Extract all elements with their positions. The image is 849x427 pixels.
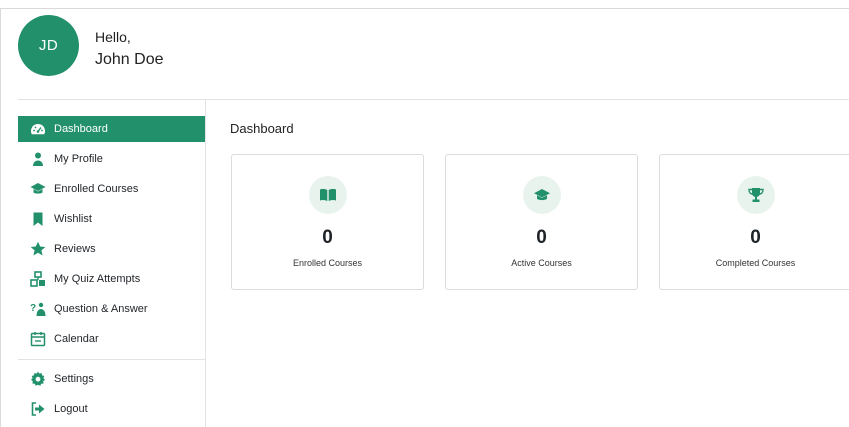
sidebar-item-enrolled-courses[interactable]: Enrolled Courses bbox=[18, 176, 205, 202]
greeting-text: Hello, bbox=[95, 29, 131, 45]
sidebar-item-label: Question & Answer bbox=[54, 303, 148, 315]
sidebar: Dashboard My Profile Enrolled Courses Wi… bbox=[18, 100, 206, 427]
gear-icon bbox=[30, 371, 46, 387]
stat-card-completed-courses: 0 Completed Courses bbox=[659, 154, 849, 290]
quiz-icon bbox=[30, 271, 46, 287]
user-icon bbox=[30, 151, 46, 167]
graduation-cap-icon bbox=[30, 181, 46, 197]
avatar[interactable]: JD bbox=[18, 15, 79, 76]
sidebar-item-my-profile[interactable]: My Profile bbox=[18, 146, 205, 172]
sidebar-item-label: Reviews bbox=[54, 243, 96, 255]
sidebar-divider bbox=[18, 359, 205, 360]
calendar-icon bbox=[30, 331, 46, 347]
sidebar-item-logout[interactable]: Logout bbox=[18, 396, 205, 422]
book-open-icon bbox=[308, 176, 347, 214]
sidebar-item-my-quiz-attempts[interactable]: My Quiz Attempts bbox=[18, 266, 205, 292]
user-name: John Doe bbox=[95, 51, 164, 68]
sidebar-item-label: Calendar bbox=[54, 333, 99, 345]
sidebar-item-wishlist[interactable]: Wishlist bbox=[18, 206, 205, 232]
graduation-cap-icon bbox=[522, 176, 561, 214]
svg-text:?: ? bbox=[30, 303, 36, 314]
stat-label: Completed Courses bbox=[715, 258, 796, 268]
stat-value: 0 bbox=[536, 227, 547, 248]
stat-label: Enrolled Courses bbox=[292, 258, 363, 268]
sidebar-item-label: My Profile bbox=[54, 153, 103, 165]
page-title: Dashboard bbox=[230, 121, 294, 136]
sidebar-item-label: Wishlist bbox=[54, 213, 92, 225]
sidebar-item-label: Settings bbox=[54, 373, 94, 385]
sidebar-item-question-answer[interactable]: ? Question & Answer bbox=[18, 296, 205, 322]
sidebar-item-label: Dashboard bbox=[54, 123, 108, 135]
sidebar-item-label: Enrolled Courses bbox=[54, 183, 139, 195]
sidebar-item-dashboard[interactable]: Dashboard bbox=[18, 116, 205, 142]
stat-value: 0 bbox=[322, 227, 333, 248]
question-answer-icon: ? bbox=[30, 301, 46, 317]
star-icon bbox=[30, 241, 46, 257]
sidebar-item-label: My Quiz Attempts bbox=[54, 273, 141, 285]
stat-card-enrolled-courses: 0 Enrolled Courses bbox=[231, 154, 424, 290]
stat-card-active-courses: 0 Active Courses bbox=[445, 154, 638, 290]
dashboard-icon bbox=[30, 121, 46, 137]
sidebar-item-reviews[interactable]: Reviews bbox=[18, 236, 205, 262]
trophy-icon bbox=[736, 176, 775, 214]
stat-label: Active Courses bbox=[511, 258, 572, 268]
stat-value: 0 bbox=[750, 227, 761, 248]
sidebar-item-label: Logout bbox=[54, 403, 88, 415]
sidebar-item-calendar[interactable]: Calendar bbox=[18, 326, 205, 352]
sidebar-item-settings[interactable]: Settings bbox=[18, 366, 205, 392]
logout-icon bbox=[30, 401, 46, 417]
bookmark-icon bbox=[30, 211, 46, 227]
avatar-initials: JD bbox=[38, 37, 59, 54]
